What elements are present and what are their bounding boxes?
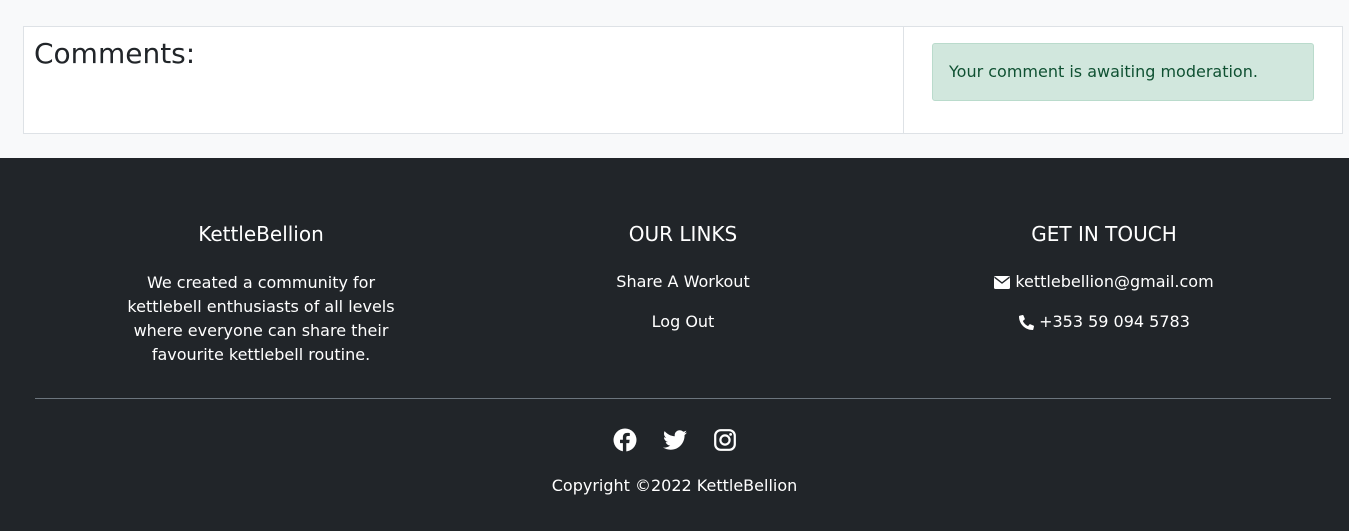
- footer-links-heading: OUR LINKS: [628, 222, 738, 246]
- comments-title: Comments:: [34, 37, 196, 70]
- comments-card: Comments:: [23, 26, 904, 134]
- site-footer: KettleBellion We created a community for…: [0, 158, 1349, 531]
- envelope-icon: [994, 274, 1011, 290]
- phone-text: +353 59 094 5783: [1039, 312, 1190, 331]
- moderation-alert: Your comment is awaiting moderation.: [932, 43, 1314, 101]
- content-area: Comments: Your comment is awaiting moder…: [0, 0, 1349, 158]
- twitter-icon[interactable]: [662, 428, 687, 452]
- phone-link[interactable]: +353 59 094 5783: [943, 310, 1265, 334]
- email-text: kettlebellion@gmail.com: [1015, 272, 1214, 291]
- share-workout-link[interactable]: Share A Workout: [522, 270, 844, 294]
- social-links: [0, 428, 1349, 454]
- instagram-icon[interactable]: [713, 428, 737, 452]
- footer-contact-heading: GET IN TOUCH: [1031, 222, 1177, 246]
- email-link[interactable]: kettlebellion@gmail.com: [943, 270, 1265, 294]
- footer-about-text: We created a community for kettlebell en…: [127, 273, 395, 364]
- footer-about-heading: KettleBellion: [198, 222, 324, 246]
- moderation-card: Your comment is awaiting moderation.: [903, 26, 1343, 134]
- phone-icon: [1018, 314, 1034, 330]
- footer-divider: [35, 398, 1331, 399]
- facebook-icon[interactable]: [613, 428, 637, 452]
- copyright-text: Copyright ©2022 KettleBellion: [551, 476, 798, 495]
- logout-link[interactable]: Log Out: [522, 310, 844, 334]
